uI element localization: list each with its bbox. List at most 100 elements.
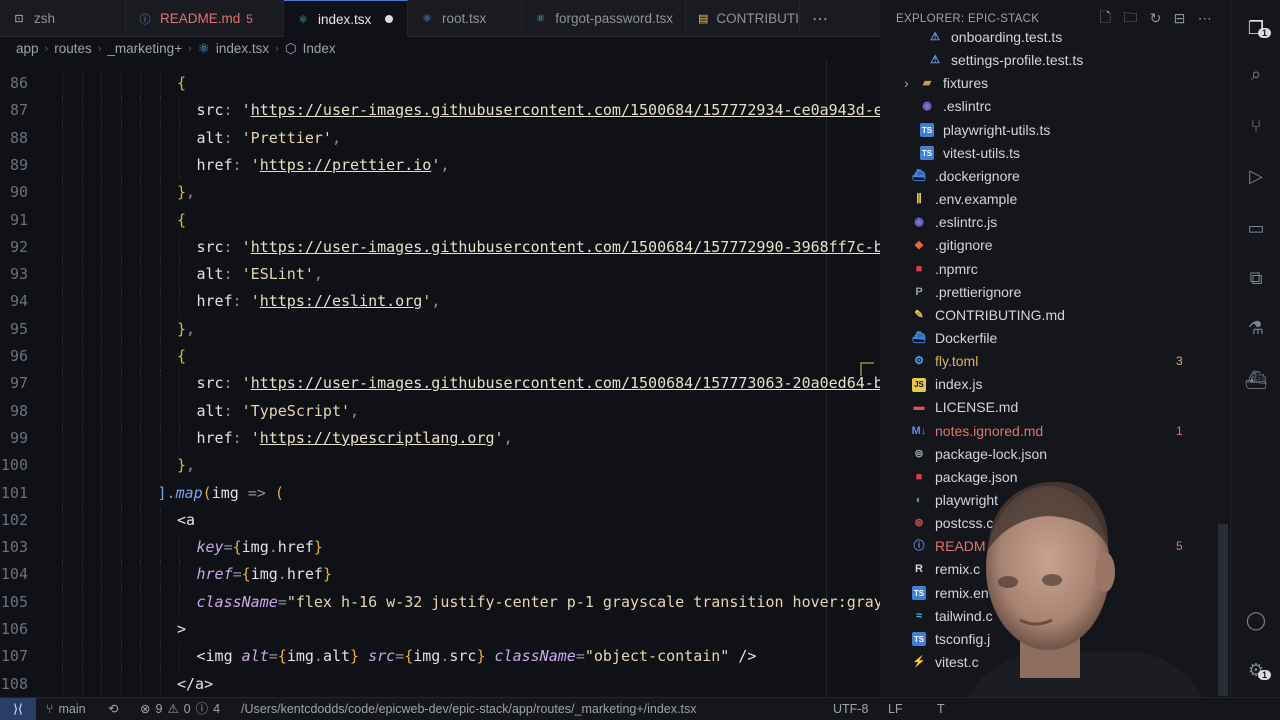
tree-item[interactable]: ◉ .eslintrc xyxy=(920,95,1230,118)
indent-guide xyxy=(120,452,122,480)
more-actions-icon[interactable]: ⋯ xyxy=(1198,10,1212,27)
code-line[interactable]: 97 src: 'https://user-images.githubuserco… xyxy=(0,370,880,398)
code-line[interactable]: 101].map(img => ( xyxy=(0,479,875,507)
tab-index-tsx[interactable]: ⚛ index.tsx xyxy=(284,0,408,37)
ts-icon: TS xyxy=(920,146,934,161)
tree-item[interactable]: P .prettierignore xyxy=(912,281,1230,304)
indent-guide xyxy=(179,124,180,152)
tree-item[interactable]: ⚠ onboarding.test.ts xyxy=(928,26,1230,49)
indent-guide xyxy=(159,179,161,207)
problems-indicator[interactable]: ⊗ 9 ⚠ 0 ⓘ 4 xyxy=(140,698,220,720)
code-token: : xyxy=(232,428,251,447)
indent-guide xyxy=(140,561,141,589)
tree-item[interactable]: ⛴ .dockerignore xyxy=(912,165,1230,188)
indent-guide xyxy=(159,151,161,180)
code-token: href xyxy=(196,565,233,584)
breadcrumb-item[interactable]: _marketing+ xyxy=(107,41,182,56)
code-token: href xyxy=(277,538,314,557)
code-line[interactable]: 100}, xyxy=(0,452,875,480)
code-line[interactable]: 88 alt: 'Prettier', xyxy=(0,124,875,152)
code-line[interactable]: 106 > xyxy=(0,616,875,644)
code-line[interactable]: 86 { xyxy=(0,70,875,98)
indent-guide xyxy=(140,288,141,316)
run-debug-icon[interactable]: ▷ xyxy=(1244,164,1268,188)
indent-guide xyxy=(81,397,83,425)
breadcrumb-item[interactable]: Index xyxy=(303,41,336,56)
tree-item[interactable]: ◆ .gitignore xyxy=(912,234,1230,257)
code-line[interactable]: 98 alt: 'TypeScript', xyxy=(0,397,875,425)
indent-guide xyxy=(159,616,161,644)
branch-icon: ⑂ xyxy=(46,702,54,716)
language-indicator[interactable]: T xyxy=(937,698,945,720)
tab-forgot-password-tsx[interactable]: ⚛ forgot-password.tsx xyxy=(522,0,686,37)
code-line[interactable]: 104 href={img.href} xyxy=(0,561,875,589)
tree-item[interactable]: TS playwright-utils.ts xyxy=(920,119,1230,142)
tree-item[interactable]: ⛴ Dockerfile xyxy=(912,327,1230,350)
encoding-indicator[interactable]: UTF-8 xyxy=(833,698,868,720)
files-icon[interactable]: ❐ 1 xyxy=(1244,16,1272,40)
code-line[interactable]: 108 </a> xyxy=(0,670,875,697)
docker-icon[interactable]: ⛴ xyxy=(1244,368,1268,392)
eslint-icon: ◉ xyxy=(914,216,924,229)
tab-overflow-icon[interactable]: ⋯ xyxy=(800,0,840,37)
tree-item[interactable]: TS vitest-utils.ts xyxy=(920,142,1230,165)
code-text: href: 'https://typescriptlang.org', xyxy=(197,425,881,452)
tree-item[interactable]: ⚙ fly.toml 3 xyxy=(912,350,1230,373)
collapse-all-icon[interactable]: ⊟ xyxy=(1174,10,1186,27)
eol-indicator[interactable]: LF xyxy=(888,698,903,720)
tree-item[interactable]: M↓ notes.ignored.md 1 xyxy=(912,420,1230,443)
code-line[interactable]: 91 { xyxy=(0,206,875,234)
code-line[interactable]: 89 href: 'https://prettier.io', xyxy=(0,151,875,180)
search-icon[interactable]: ⌕ xyxy=(1244,62,1268,86)
accounts-icon[interactable]: ◯ xyxy=(1244,608,1268,632)
tab-readme-md[interactable]: ⓘ README.md 5 xyxy=(126,0,284,37)
code-editor[interactable]: 86{87 src: 'https://user-images.githubuse… xyxy=(0,60,880,697)
code-line[interactable]: 87 src: 'https://user-images.githubuserco… xyxy=(0,97,880,125)
tab-root-tsx[interactable]: ⚛ root.tsx xyxy=(408,0,522,37)
indent-guide xyxy=(179,534,180,562)
tree-item[interactable]: ◉ .eslintrc.js xyxy=(912,211,1230,234)
code-line[interactable]: 93 alt: 'ESLint', xyxy=(0,261,875,289)
breadcrumb-item[interactable]: app xyxy=(16,41,39,56)
code-line[interactable]: 90}, xyxy=(0,179,875,207)
tree-item[interactable]: ▬ LICENSE.md xyxy=(912,396,1230,419)
env-icon: ⫼ xyxy=(916,193,922,206)
indent-guide xyxy=(140,97,141,125)
code-line[interactable]: 95}, xyxy=(0,315,875,343)
extensions-icon[interactable]: ⧉ xyxy=(1244,266,1268,290)
tab-bar: ⊡ zsh ⓘ README.md 5 ⚛ index.tsx ⚛ root.tsx ⚛ forgo… xyxy=(0,0,880,37)
code-token: = xyxy=(232,565,242,584)
code-line[interactable]: 92 src: 'https://user-images.githubuserco… xyxy=(0,233,880,262)
tab-zsh[interactable]: ⊡ zsh xyxy=(0,0,126,37)
tree-item[interactable]: › ▰ fixtures xyxy=(904,72,1230,95)
code-line[interactable]: 94 href: 'https://eslint.org', xyxy=(0,288,875,316)
tree-item[interactable]: ⫼ .env.example xyxy=(912,188,1230,211)
settings-gear-icon[interactable]: ⚙ 1 xyxy=(1244,658,1272,682)
code-line[interactable]: 96 { xyxy=(0,343,875,371)
tree-item[interactable]: JS index.js xyxy=(912,373,1230,396)
tree-item[interactable]: ⚠ settings-profile.test.ts xyxy=(928,49,1230,72)
breadcrumb-item[interactable]: routes xyxy=(54,41,92,56)
tab-contributi[interactable]: ▤ CONTRIBUTI xyxy=(686,0,800,37)
sync-icon[interactable]: ⟲ xyxy=(108,698,118,720)
code-line[interactable]: 107 <img alt={img.alt} src={img.src} clas… xyxy=(0,643,875,671)
unsaved-dot-icon[interactable] xyxy=(385,15,394,23)
chevron-right-icon: › xyxy=(44,42,49,55)
testing-icon[interactable]: ⚗ xyxy=(1244,316,1268,340)
tab-label: CONTRIBUTI xyxy=(716,11,799,26)
branch-indicator[interactable]: ⑂ main xyxy=(46,698,86,720)
code-line[interactable]: 102 <a xyxy=(0,506,875,535)
indent-guide xyxy=(101,588,102,616)
source-control-icon[interactable]: ⑂ xyxy=(1244,114,1268,138)
code-line[interactable]: 103 key={img.href} xyxy=(0,534,875,562)
refresh-icon[interactable]: ↻ xyxy=(1150,10,1162,27)
breadcrumb-item[interactable]: index.tsx xyxy=(216,41,269,56)
tree-item[interactable]: ✎ CONTRIBUTING.md xyxy=(912,304,1230,327)
remote-explorer-icon[interactable]: ▭ xyxy=(1244,216,1268,240)
code-line[interactable]: 99 href: 'https://typescriptlang.org', xyxy=(0,424,875,453)
chevron-right-icon[interactable]: › xyxy=(904,72,909,95)
remote-indicator[interactable]: ⟩⟨ xyxy=(0,698,36,720)
tree-item[interactable]: ■ .npmrc xyxy=(912,258,1230,281)
code-line[interactable]: 105 className="flex h-16 w-32 justify-cen… xyxy=(0,588,880,616)
tree-item[interactable]: ⊜ package-lock.json xyxy=(912,443,1230,466)
